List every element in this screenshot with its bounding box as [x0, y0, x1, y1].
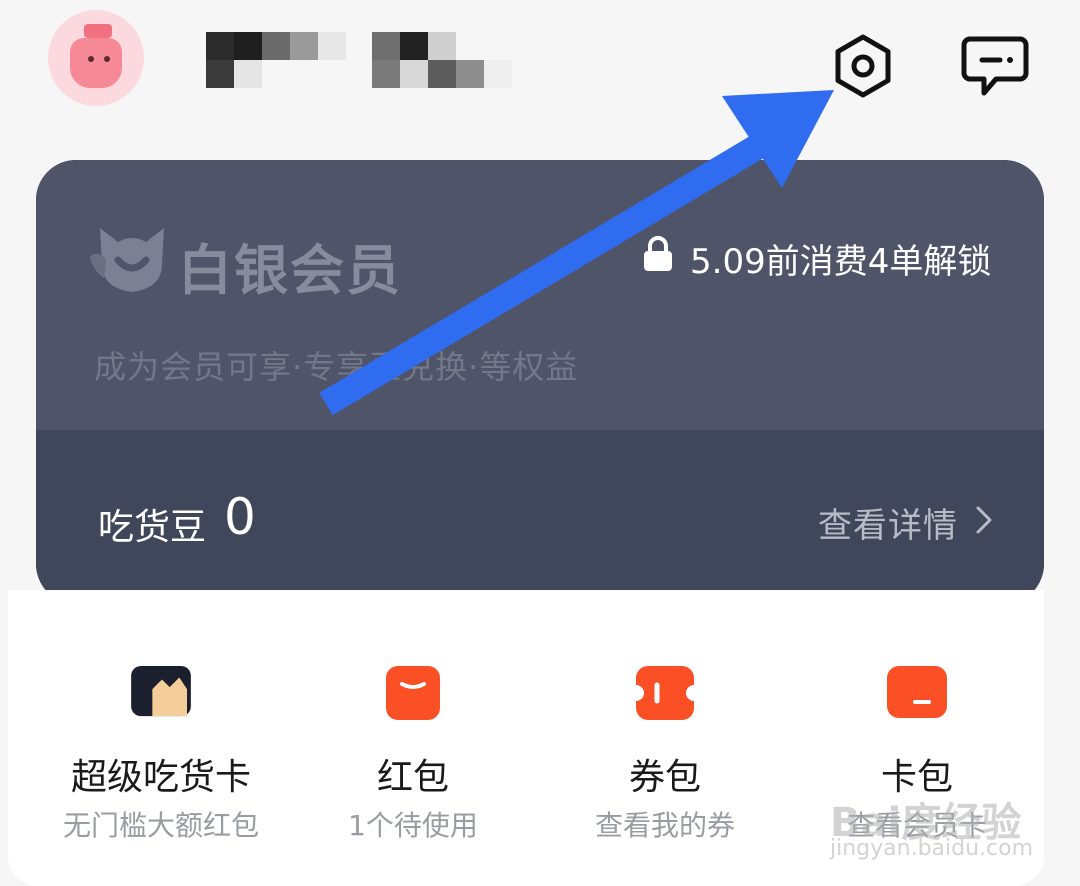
beans-count: 0 — [224, 488, 256, 546]
benefit-description: 成为会员可享·专享豆兑换·等权益 — [94, 348, 579, 386]
entry-title: 超级吃货卡 — [70, 757, 251, 798]
membership-card[interactable]: 白银会员 5.09前消费4单解锁 成为会员可享·专享豆兑换·等权益 吃货豆 0 … — [36, 160, 1044, 604]
tier-name: 白银会员 — [178, 239, 402, 302]
baidu-jingyan-watermark: Bai度经验 jingyan.baidu.com — [818, 790, 1038, 880]
silver-tier-icon — [90, 228, 164, 292]
entry-title: 券包 — [628, 757, 701, 798]
user-avatar[interactable] — [48, 10, 144, 106]
entry-red-envelope[interactable]: 红包 1个待使用 — [288, 590, 538, 886]
entry-coupon-pack[interactable]: 券包 查看我的券 — [540, 590, 790, 886]
message-icon[interactable] — [960, 33, 1030, 99]
card-wallet-icon — [887, 666, 947, 718]
entry-title: 红包 — [376, 757, 449, 798]
view-details-link[interactable]: 查看详情 — [818, 498, 958, 547]
chevron-right-icon[interactable] — [974, 504, 994, 536]
red-envelope-icon — [386, 666, 440, 720]
avatar-eye-left — [88, 56, 94, 62]
watermark-url: jingyan.baidu.com — [830, 836, 1034, 861]
unlock-condition-text: 5.09前消费4单解锁 — [690, 242, 992, 282]
avatar-face — [70, 38, 122, 88]
beans-label: 吃货豆 — [98, 507, 207, 548]
lock-icon — [644, 236, 672, 271]
avatar-cap — [84, 24, 112, 38]
entry-subtitle: 无门槛大额红包 — [62, 809, 259, 842]
avatar-eye-right — [104, 56, 110, 62]
settings-icon[interactable] — [830, 33, 896, 99]
entry-subtitle: 查看我的券 — [594, 809, 735, 842]
crown-card-icon — [131, 666, 191, 717]
entry-super-foodie-card[interactable]: 超级吃货卡 无门槛大额红包 — [36, 590, 286, 886]
coupon-ticket-icon — [636, 666, 694, 720]
entry-subtitle: 1个待使用 — [348, 809, 478, 842]
